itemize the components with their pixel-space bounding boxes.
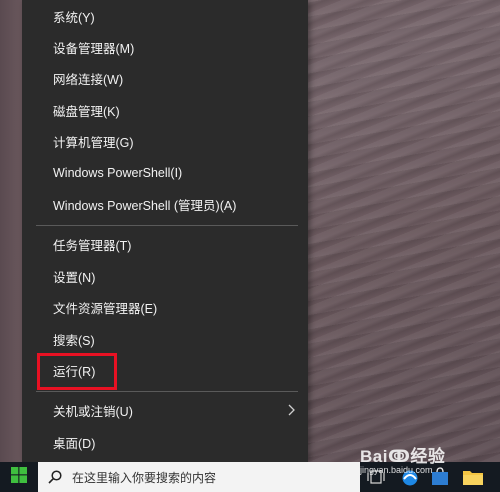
search-icon [48,470,62,484]
taskbar: 在这里输入你要搜索的内容 [0,462,500,492]
start-button[interactable] [0,462,38,492]
menu-item-label: 磁盘管理(K) [53,104,120,119]
menu-item-label: 设置(N) [53,270,96,285]
menu-item-label: 桌面(D) [53,436,96,451]
menu-item-task-manager[interactable]: 任务管理器(T) [22,229,308,259]
menu-item-label: 网络连接(W) [53,72,124,87]
taskbar-search-box[interactable]: 在这里输入你要搜索的内容 [38,462,360,492]
menu-item-computer-management[interactable]: 计算机管理(G) [22,126,308,156]
run-highlight-box [37,353,117,390]
menu-separator [36,225,298,226]
menu-item-label: 任务管理器(T) [53,238,132,253]
menu-item-powershell-admin[interactable]: Windows PowerShell (管理员)(A) [22,189,308,219]
file-explorer-icon[interactable] [462,468,484,486]
menu-item-disk-management[interactable]: 磁盘管理(K) [22,95,308,125]
menu-separator [36,391,298,392]
browser-icon[interactable] [398,469,422,487]
menu-item-label: 关机或注销(U) [53,404,133,419]
menu-item-system[interactable]: 系统(Y) [22,1,308,31]
menu-item-powershell[interactable]: Windows PowerShell(I) [22,158,308,188]
menu-item-label: 计算机管理(G) [53,135,134,150]
menu-item-label: 文件资源管理器(E) [53,301,158,316]
task-view-icon[interactable] [366,468,386,486]
menu-item-label: Windows PowerShell(I) [53,166,183,180]
winx-context-menu: 系统(Y) 设备管理器(M) 网络连接(W) 磁盘管理(K) 计算机管理(G) … [22,0,308,462]
store-icon[interactable] [430,467,450,487]
menu-item-network-connections[interactable]: 网络连接(W) [22,63,308,93]
menu-item-shutdown-signout[interactable]: 关机或注销(U) [22,395,308,425]
menu-item-search[interactable]: 搜索(S) [22,324,308,354]
menu-item-file-explorer[interactable]: 文件资源管理器(E) [22,292,308,322]
menu-item-desktop[interactable]: 桌面(D) [22,427,308,457]
chevron-right-icon [288,404,298,416]
menu-item-label: 设备管理器(M) [53,41,135,56]
search-placeholder: 在这里输入你要搜索的内容 [72,470,217,485]
menu-item-device-manager[interactable]: 设备管理器(M) [22,32,308,62]
menu-item-label: Windows PowerShell (管理员)(A) [53,198,237,213]
menu-item-label: 搜索(S) [53,333,95,348]
menu-item-label: 系统(Y) [53,10,95,25]
menu-item-settings[interactable]: 设置(N) [22,261,308,291]
windows-start-icon [11,466,27,488]
